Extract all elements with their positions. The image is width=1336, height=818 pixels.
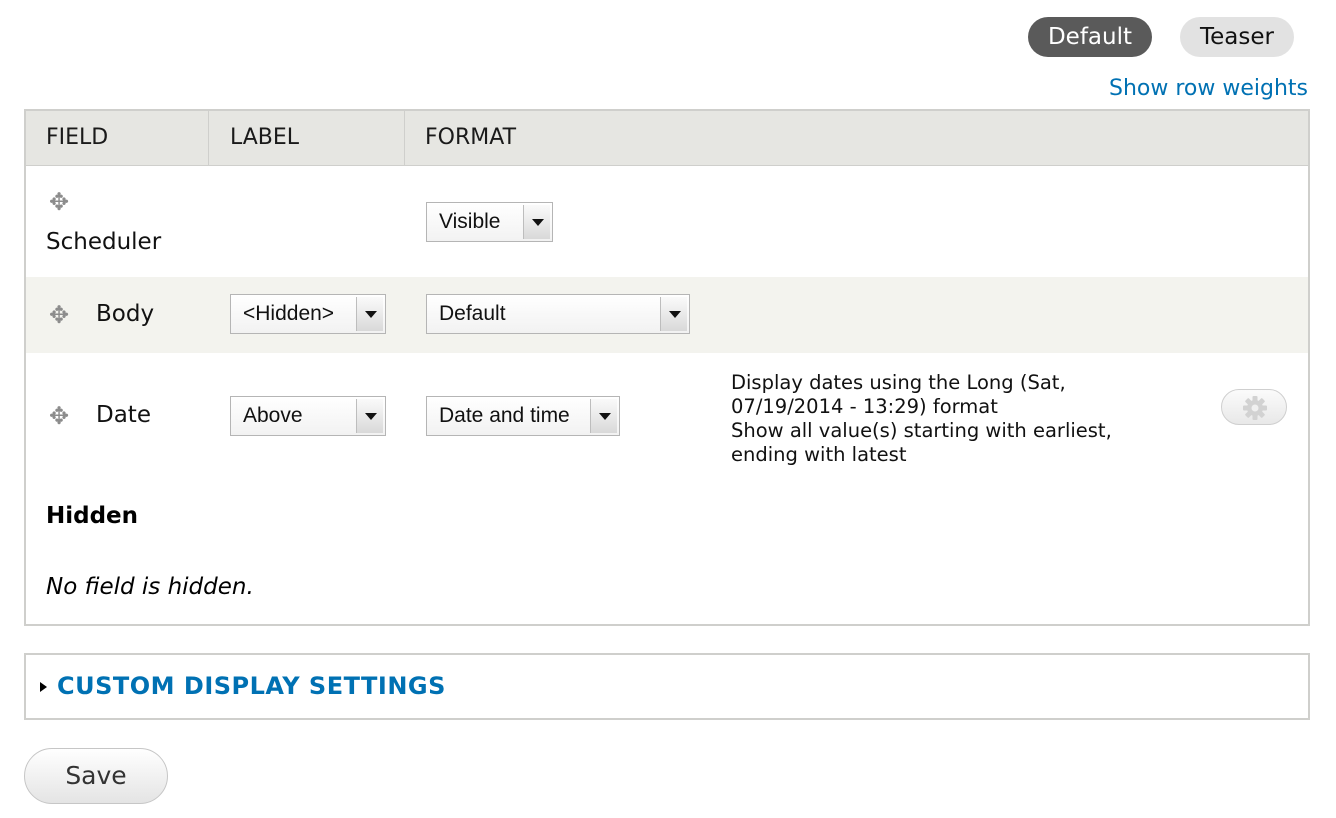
field-display-table: FIELD LABEL FORMAT ✥ Scheduler Visible ✥…	[24, 109, 1310, 626]
chevron-down-icon	[356, 399, 383, 433]
format-select[interactable]: Visible	[426, 202, 553, 242]
show-row-weights-link[interactable]: Show row weights	[1109, 76, 1308, 101]
label-select[interactable]: Above	[230, 396, 386, 436]
header-label: LABEL	[230, 125, 300, 150]
table-row: ✥ Body <Hidden> Default	[26, 277, 1308, 353]
field-name: Date	[96, 402, 151, 428]
hidden-region-title: Hidden	[46, 503, 139, 529]
label-select-value: Above	[243, 404, 303, 427]
drag-handle-icon[interactable]: ✥	[46, 189, 72, 215]
summary-line: Display dates using the Long (Sat,	[731, 371, 1066, 394]
hidden-region-empty-message: No field is hidden.	[46, 574, 254, 600]
tab-teaser[interactable]: Teaser	[1180, 17, 1294, 57]
table-header: FIELD LABEL FORMAT	[26, 111, 1308, 166]
table-row: ✥ Scheduler Visible	[26, 165, 1308, 277]
chevron-down-icon	[660, 297, 687, 331]
save-button[interactable]: Save	[24, 748, 168, 804]
format-select-value: Visible	[439, 210, 501, 233]
summary-line: ending with latest	[731, 443, 907, 466]
triangle-right-icon	[40, 682, 47, 692]
format-select[interactable]: Default	[426, 294, 690, 334]
view-mode-tabs: Default Teaser	[1027, 17, 1294, 57]
tab-default[interactable]: Default	[1027, 17, 1153, 57]
label-select-value: <Hidden>	[243, 302, 335, 325]
drag-handle-icon[interactable]: ✥	[46, 302, 72, 328]
format-select-value: Default	[439, 302, 506, 325]
chevron-down-icon	[356, 297, 383, 331]
table-row: ✥ Date Above Date and time Display dates…	[26, 353, 1308, 478]
chevron-down-icon	[523, 205, 550, 239]
header-divider	[208, 111, 209, 165]
header-format: FORMAT	[425, 125, 517, 150]
header-divider	[404, 111, 405, 165]
custom-display-settings-summary: CUSTOM DISPLAY SETTINGS	[57, 672, 446, 700]
summary-line: 07/19/2014 - 13:29) format	[731, 395, 998, 418]
custom-display-settings-details[interactable]: CUSTOM DISPLAY SETTINGS	[24, 653, 1310, 720]
summary-line: Show all value(s) starting with earliest…	[731, 419, 1112, 442]
header-field: FIELD	[46, 125, 109, 150]
chevron-down-icon	[590, 399, 617, 433]
formatter-summary: Display dates using the Long (Sat, 07/19…	[731, 371, 1171, 467]
field-name: Body	[96, 301, 155, 327]
format-select-value: Date and time	[439, 404, 570, 427]
format-select[interactable]: Date and time	[426, 396, 620, 436]
drag-handle-icon[interactable]: ✥	[46, 403, 72, 429]
gear-icon	[1243, 396, 1267, 420]
formatter-settings-button[interactable]	[1221, 389, 1287, 425]
field-name: Scheduler	[46, 229, 162, 255]
label-select[interactable]: <Hidden>	[230, 294, 386, 334]
